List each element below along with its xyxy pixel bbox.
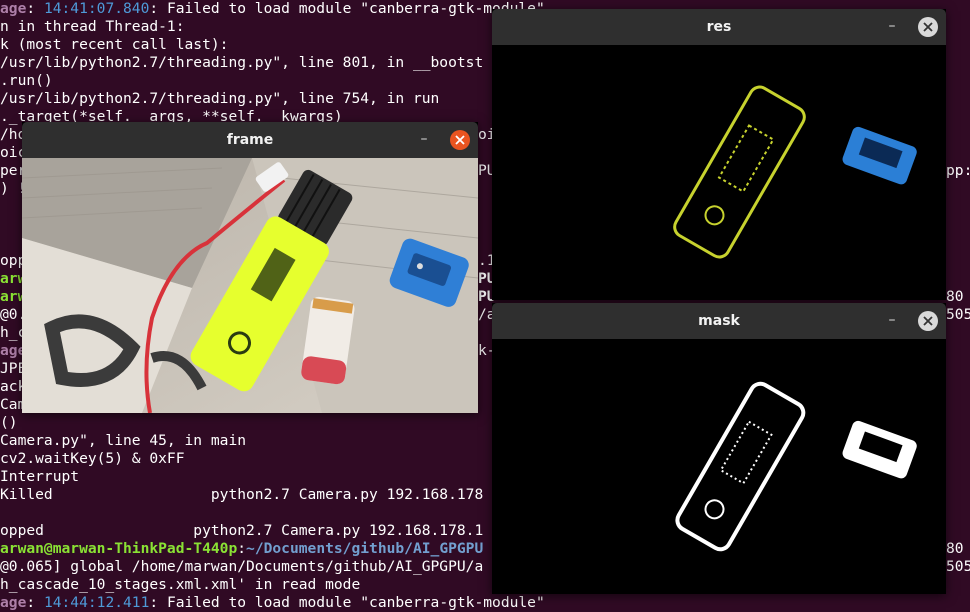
- res-titlebar[interactable]: res –: [492, 9, 946, 45]
- terminal-prompt-line: arwan@marwan-ThinkPad-T440p:~/Documents/…: [0, 540, 483, 558]
- mask-window[interactable]: mask –: [492, 303, 946, 594]
- terminal-fragment: 80: [946, 288, 964, 305]
- res-window-title: res: [706, 19, 732, 35]
- binary-mask-view: [492, 339, 946, 594]
- frame-window-title: frame: [226, 132, 274, 148]
- res-image: [492, 45, 946, 300]
- close-icon: [923, 316, 933, 326]
- frame-titlebar[interactable]: frame –: [22, 122, 478, 158]
- close-icon: [455, 135, 465, 145]
- terminal-text: : Failed to load module "canberra-gtk-mo…: [149, 594, 545, 611]
- terminal-line: Killed python2.7 Camera.py 192.168.178: [0, 486, 484, 503]
- prompt-path: ~/Documents/github/AI_GPGPU: [246, 540, 484, 557]
- terminal-log-level: age: [0, 594, 27, 611]
- terminal-fragment: 80: [946, 540, 964, 557]
- terminal-line: (): [0, 414, 18, 431]
- mask-window-title: mask: [698, 313, 740, 329]
- terminal-line: Interrupt: [0, 468, 80, 485]
- terminal-line: @0.065] global /home/marwan/Documents/gi…: [0, 558, 484, 575]
- terminal-line: .run(): [0, 72, 53, 89]
- photo-scene: [21, 158, 479, 414]
- frame-close-button[interactable]: [450, 130, 470, 150]
- terminal-text: : Failed to load module "canberra-gtk-mo…: [149, 0, 545, 17]
- res-close-button[interactable]: [918, 17, 938, 37]
- terminal-line: opped python2.7 Camera.py 192.168.178.1: [0, 522, 484, 539]
- mask-titlebar[interactable]: mask –: [492, 303, 946, 339]
- frame-window[interactable]: frame –: [21, 122, 479, 414]
- mask-image: [492, 339, 946, 594]
- terminal-fragment: 505: [946, 306, 970, 323]
- terminal-line: Camera.py", line 45, in main: [0, 432, 247, 449]
- close-icon: [923, 22, 933, 32]
- terminal-line: /usr/lib/python2.7/threading.py", line 7…: [0, 90, 440, 107]
- mask-close-button[interactable]: [918, 311, 938, 331]
- res-window[interactable]: res –: [492, 9, 946, 300]
- terminal-line: age: 14:44:12.411: Failed to load module…: [0, 594, 545, 612]
- terminal-separator: :: [26, 594, 44, 611]
- terminal-timestamp: 14:41:07.840: [43, 0, 150, 17]
- terminal-line: /usr/lib/python2.7/threading.py", line 8…: [0, 54, 484, 71]
- terminal-log-level: age: [0, 0, 27, 17]
- camera-frame-image: [21, 158, 479, 414]
- terminal-fragment: 505: [946, 558, 970, 575]
- terminal-separator: :: [26, 0, 44, 17]
- prompt-user-host: arwan@marwan-ThinkPad-T440p: [0, 540, 238, 557]
- terminal-timestamp: 14:44:12.411: [43, 594, 150, 611]
- masked-result-view: [492, 45, 946, 300]
- prompt-colon: :: [237, 540, 247, 557]
- terminal-line: h_cascade_10_stages.xml.xml' in read mod…: [0, 576, 361, 593]
- terminal-line: k (most recent call last):: [0, 36, 229, 53]
- res-minimize-button[interactable]: –: [882, 17, 902, 37]
- terminal-line: cv2.waitKey(5) & 0xFF: [0, 450, 185, 467]
- terminal-line: age: 14:41:07.840: Failed to load module…: [0, 0, 545, 18]
- terminal-line: n in thread Thread-1:: [0, 18, 185, 35]
- frame-minimize-button[interactable]: –: [414, 130, 434, 150]
- terminal-fragment: pp:: [946, 162, 970, 179]
- mask-minimize-button[interactable]: –: [882, 311, 902, 331]
